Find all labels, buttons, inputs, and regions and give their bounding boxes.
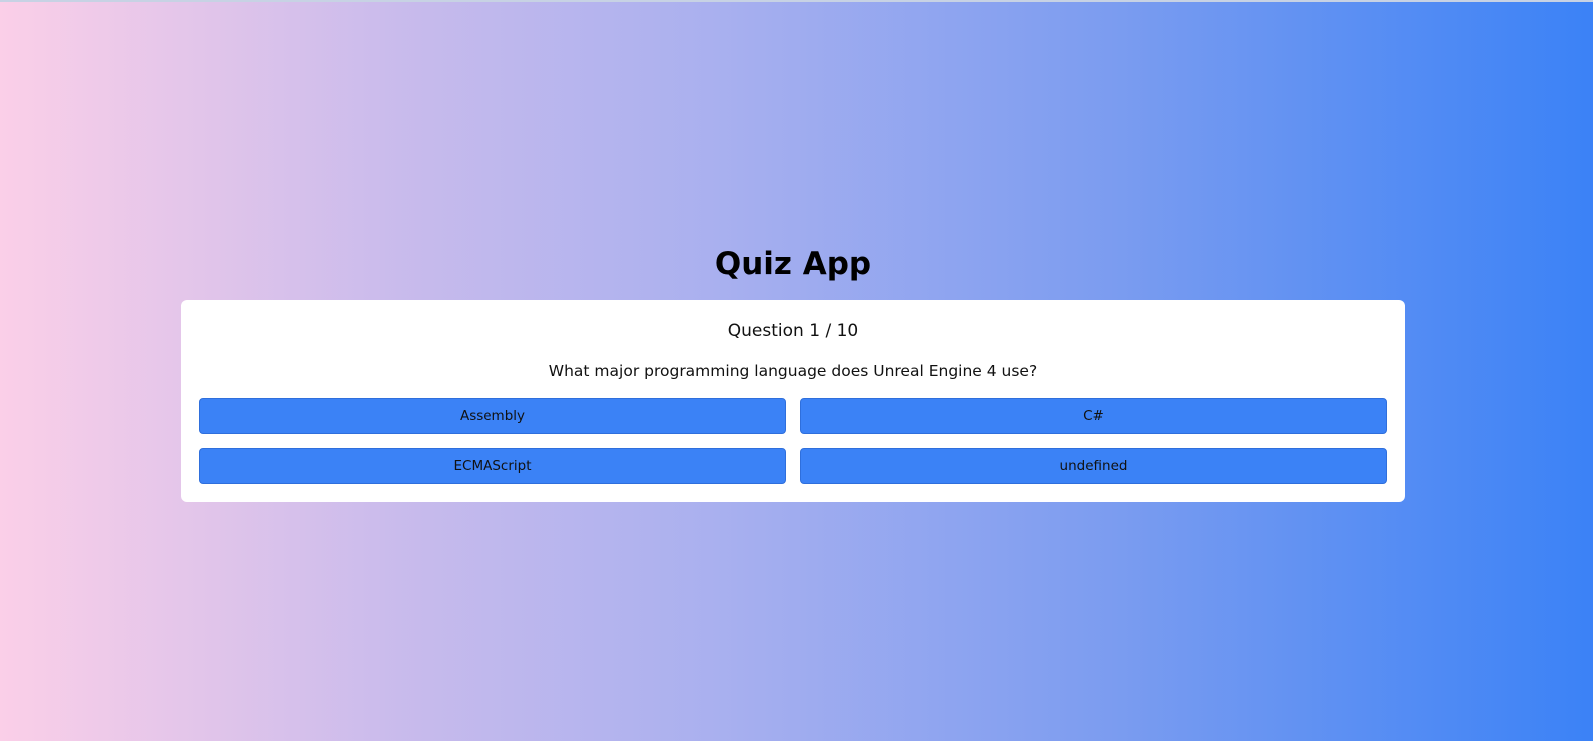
answer-options: Assembly C# ECMAScript undefined xyxy=(199,398,1387,484)
question-progress: Question 1 / 10 xyxy=(727,321,859,341)
answer-button-2[interactable]: C# xyxy=(800,398,1387,434)
window-top-border xyxy=(0,0,1593,2)
answer-button-3[interactable]: ECMAScript xyxy=(199,448,786,484)
question-text: What major programming language does Unr… xyxy=(548,362,1038,380)
quiz-card: Question 1 / 10 What major programming l… xyxy=(181,300,1405,502)
answer-button-4[interactable]: undefined xyxy=(800,448,1387,484)
answer-button-1[interactable]: Assembly xyxy=(199,398,786,434)
app-title: Quiz App xyxy=(714,246,872,282)
